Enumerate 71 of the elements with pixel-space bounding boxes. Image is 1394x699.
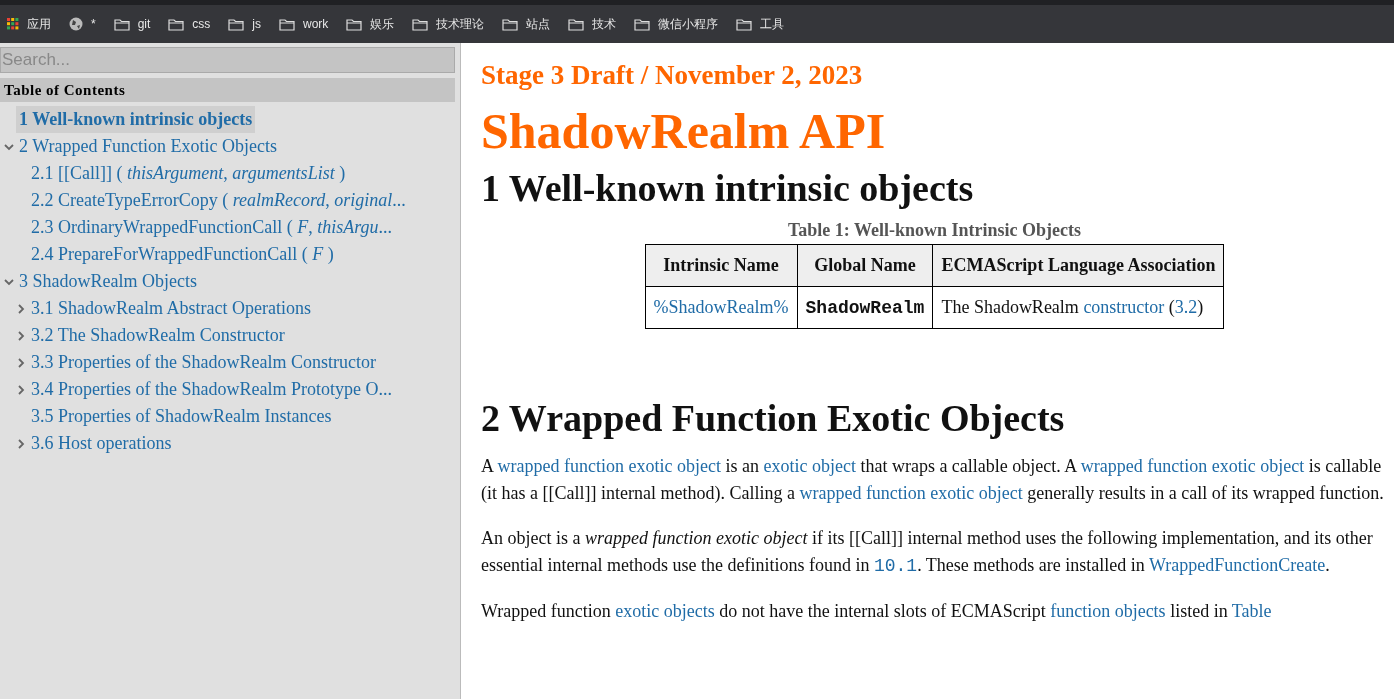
paragraph: A wrapped function exotic object is an exotic object that wraps a callable object. A wrapped function exotic object is callable (it has a [[Call]] internal method). Calling a wrapped function exotic object generally results in a call of its wrapped function. [481,455,1385,505]
folder-icon [412,17,429,31]
bookmark-item[interactable]: js [228,15,262,33]
toc-link[interactable]: 2.1 [[Call]] ( thisArgument, argumentsList ) [28,160,349,187]
paragraph: Wrapped function exotic objects do not have the internal slots of ECMAScript function objects listed in Table [481,600,1273,623]
search-field[interactable]: Search... [0,47,455,73]
toc-link[interactable]: 1 Well-known intrinsic objects [16,106,256,133]
bookmark-item[interactable]: * [69,15,96,33]
toc-link[interactable]: 3.5 Properties of ShadowRealm Instances [28,403,335,430]
section-heading: 1 Well-known intrinsic objects [481,166,975,211]
toc-link[interactable]: 3.4 Properties of the ShadowRealm Prototype O... [28,376,395,403]
bookmark-item[interactable]: 技术理论 [412,15,485,33]
toc-heading: Table of Contents [0,78,455,102]
link[interactable]: %ShadowRealm% [653,297,789,317]
table-cell: The ShadowRealm constructor (3.2) [932,286,1224,329]
link[interactable]: 3.2 [1174,297,1198,317]
chevron-down-icon[interactable] [4,142,14,151]
link[interactable]: exotic object [763,456,856,476]
bookmark-item[interactable]: 应用 [7,15,51,33]
bookmark-item[interactable]: 工具 [736,15,785,33]
chevron-down-icon[interactable] [4,277,14,286]
folder-icon [228,17,245,31]
link[interactable]: constructor [1083,297,1165,317]
chevron-right-icon[interactable] [17,357,25,368]
table-caption: Table 1: Well-known Intrinsic Objects [787,219,1081,242]
bookmark-item[interactable]: git [113,15,151,33]
link[interactable]: WrappedFunctionCreate [1148,555,1326,575]
folder-icon [346,17,363,31]
toc-link[interactable]: 3.2 The ShadowRealm Constructor [28,322,288,349]
section-heading: 2 Wrapped Function Exotic Objects [481,396,1066,441]
chevron-right-icon[interactable] [17,330,25,341]
folder-icon [634,17,651,31]
table-cell: ShadowRealm [797,286,933,329]
globe-icon [69,17,83,31]
folder-icon [736,17,753,31]
link[interactable]: Table [1231,601,1272,621]
bookmark-item[interactable]: work [279,15,329,33]
bookmark-item[interactable]: css [168,15,211,33]
folder-icon [168,17,185,31]
link[interactable]: wrapped function exotic object [799,483,1023,503]
link[interactable]: wrapped function exotic object [497,456,721,476]
chevron-right-icon[interactable] [17,303,25,314]
bookmark-item[interactable]: 微信小程序 [634,15,719,33]
folder-icon [568,17,585,31]
folder-icon [113,17,130,31]
toc-link[interactable]: 2.2 CreateTypeErrorCopy ( realmRecord, original... [28,187,409,214]
draft-status: Stage 3 Draft / November 2, 2023 [481,59,864,92]
toc-link[interactable]: 2 Wrapped Function Exotic Objects [16,133,280,160]
link[interactable]: exotic objects [615,601,715,621]
column-header: ECMAScript Language Association [932,244,1224,287]
folder-icon [502,17,519,31]
document-title: ShadowRealm API [481,102,887,161]
column-header: Intrinsic Name [645,244,798,287]
link[interactable]: 10.1 [873,556,918,576]
bookmark-item[interactable]: 站点 [502,15,551,33]
paragraph: An object is a wrapped function exotic object if its [[Call]] internal method uses the following implementation, and its other essential internal methods use the definitions found in 10.1. These methods are installed in WrappedFunctionCreate. [481,527,1374,578]
bookmark-item[interactable]: 技术 [568,15,617,33]
toc-link[interactable]: 2.3 OrdinaryWrappedFunctionCall ( F, thisArgu... [28,214,396,241]
chevron-right-icon[interactable] [17,438,25,449]
link[interactable]: wrapped function exotic object [1080,456,1305,476]
chevron-right-icon[interactable] [17,384,25,395]
toc-link[interactable]: 3.3 Properties of the ShadowRealm Constructor [28,349,379,376]
link[interactable]: function objects [1050,601,1166,621]
toc-link[interactable]: 3.6 Host operations [28,430,175,457]
column-header: Global Name [797,244,933,287]
bookmark-item[interactable]: 娱乐 [346,15,395,33]
toc-link[interactable]: 2.4 PrepareForWrappedFunctionCall ( F ) [28,241,337,268]
apps-grid-icon [7,18,19,30]
toc-link[interactable]: 3.1 ShadowRealm Abstract Operations [28,295,314,322]
folder-icon [279,17,296,31]
toc-link[interactable]: 3 ShadowRealm Objects [16,268,200,295]
